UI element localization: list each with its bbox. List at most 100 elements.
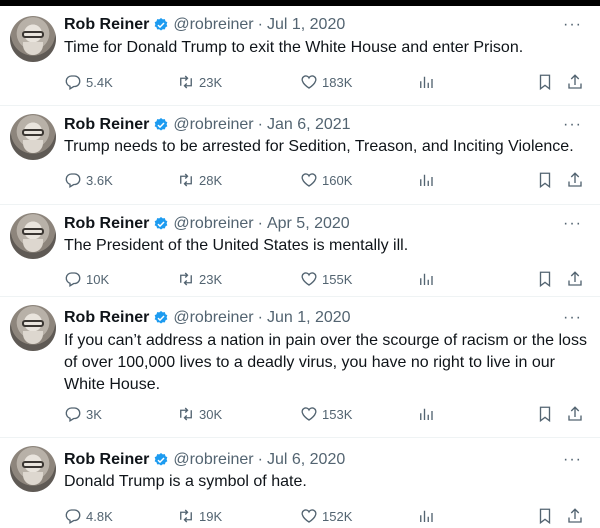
tweet[interactable]: Rob Reiner @robreiner · Jan 6, 2021 ··· … [0, 106, 600, 205]
tweet[interactable]: Rob Reiner @robreiner · Jul 1, 2020 ··· … [0, 6, 600, 106]
tweet-date[interactable]: Jul 6, 2020 [267, 451, 345, 469]
bookmark-button[interactable] [536, 170, 554, 190]
share-button[interactable] [566, 404, 584, 424]
like-button[interactable]: 152K [300, 506, 352, 526]
reply-icon [65, 173, 81, 188]
bookmark-icon [539, 172, 551, 189]
author-handle[interactable]: @robreiner [173, 309, 253, 327]
reply-icon [65, 509, 81, 524]
more-dots-icon[interactable]: ··· [562, 117, 582, 134]
share-button[interactable] [566, 506, 584, 526]
tweet-actions: 4.8K 19K 152K [64, 506, 590, 526]
tweet-header: Rob Reiner @robreiner · Apr 5, 2020 [64, 213, 350, 235]
like-button[interactable]: 160K [300, 170, 352, 190]
heart-icon [301, 173, 317, 187]
bookmark-button[interactable] [536, 506, 554, 526]
author-handle[interactable]: @robreiner [173, 215, 253, 233]
share-button[interactable] [566, 269, 584, 289]
repost-button[interactable]: 19K [177, 506, 222, 526]
reply-count: 3.6K [86, 172, 113, 188]
like-count: 160K [322, 172, 353, 188]
reply-button[interactable]: 4.8K [64, 506, 113, 526]
views-button[interactable] [417, 170, 435, 190]
bookmark-button[interactable] [536, 72, 554, 92]
tweet-text: If you can’t address a nation in pain ov… [64, 332, 587, 393]
author-handle[interactable]: @robreiner [173, 16, 253, 34]
bookmark-icon [539, 74, 551, 91]
reply-button[interactable]: 3K [64, 404, 102, 424]
share-icon [568, 172, 582, 187]
separator: · [257, 309, 263, 326]
reply-count: 3K [86, 406, 102, 422]
repost-icon [180, 75, 192, 89]
like-button[interactable]: 153K [300, 404, 352, 424]
tweet-text: Time for Donald Trump to exit the White … [64, 39, 524, 56]
tweet[interactable]: Rob Reiner @robreiner · Jul 6, 2020 ··· … [0, 438, 600, 528]
avatar[interactable] [10, 114, 56, 160]
author-name[interactable]: Rob Reiner [64, 309, 149, 327]
reply-count: 10K [86, 271, 110, 287]
share-icon [568, 74, 582, 89]
reply-button[interactable]: 5.4K [64, 72, 113, 92]
tweet-date[interactable]: Apr 5, 2020 [267, 215, 350, 233]
repost-button[interactable]: 30K [177, 404, 222, 424]
avatar[interactable] [10, 16, 56, 62]
avatar[interactable] [10, 446, 56, 492]
views-chart-icon [420, 76, 433, 88]
repost-count: 23K [199, 74, 223, 90]
share-icon [568, 406, 582, 421]
author-name[interactable]: Rob Reiner [64, 215, 149, 233]
repost-count: 19K [199, 508, 223, 524]
tweet[interactable]: Rob Reiner @robreiner · Apr 5, 2020 ··· … [0, 205, 600, 297]
views-button[interactable] [417, 404, 435, 424]
share-icon [568, 271, 582, 286]
share-button[interactable] [566, 170, 584, 190]
tweet-date[interactable]: Jul 1, 2020 [267, 16, 345, 34]
repost-icon [180, 272, 192, 286]
repost-button[interactable]: 23K [177, 72, 222, 92]
tweet-date[interactable]: Jan 6, 2021 [267, 116, 351, 134]
views-button[interactable] [417, 269, 435, 289]
views-chart-icon [420, 408, 433, 420]
views-button[interactable] [417, 72, 435, 92]
author-name[interactable]: Rob Reiner [64, 116, 149, 134]
bookmark-button[interactable] [536, 269, 554, 289]
separator: · [257, 16, 263, 33]
tweet-text: The President of the United States is me… [64, 237, 409, 254]
avatar[interactable] [10, 305, 56, 351]
like-count: 152K [322, 508, 353, 524]
reply-button[interactable]: 3.6K [64, 170, 113, 190]
bookmark-icon [539, 508, 551, 525]
reply-count: 4.8K [86, 508, 113, 524]
more-dots-icon[interactable]: ··· [562, 216, 582, 233]
views-button[interactable] [417, 506, 435, 526]
like-button[interactable]: 155K [300, 269, 352, 289]
avatar[interactable] [10, 213, 56, 259]
tweet-date[interactable]: Jun 1, 2020 [267, 309, 351, 327]
more-dots-icon[interactable]: ··· [562, 310, 582, 327]
author-name[interactable]: Rob Reiner [64, 16, 149, 34]
like-button[interactable]: 183K [300, 72, 352, 92]
repost-count: 28K [199, 172, 223, 188]
author-handle[interactable]: @robreiner [173, 451, 253, 469]
reply-button[interactable]: 10K [64, 269, 109, 289]
separator: · [257, 215, 263, 232]
tweet-actions: 10K 23K 155K [64, 269, 590, 289]
tweet[interactable]: Rob Reiner @robreiner · Jun 1, 2020 ··· … [0, 297, 600, 438]
share-button[interactable] [566, 72, 584, 92]
repost-button[interactable]: 28K [177, 170, 222, 190]
bookmark-button[interactable] [536, 404, 554, 424]
heart-icon [301, 272, 317, 286]
more-dots-icon[interactable]: ··· [562, 452, 582, 469]
repost-icon [180, 173, 192, 187]
repost-button[interactable]: 23K [177, 269, 222, 289]
tweet-actions: 5.4K 23K 183K [64, 72, 590, 92]
like-count: 155K [322, 271, 353, 287]
tweet-actions: 3.6K 28K 160K [64, 170, 590, 190]
bookmark-icon [539, 271, 551, 288]
more-dots-icon[interactable]: ··· [562, 17, 582, 34]
author-handle[interactable]: @robreiner [173, 116, 253, 134]
tweet-text: Trump needs to be arrested for Sedition,… [64, 138, 574, 155]
author-name[interactable]: Rob Reiner [64, 451, 149, 469]
like-count: 183K [322, 74, 353, 90]
